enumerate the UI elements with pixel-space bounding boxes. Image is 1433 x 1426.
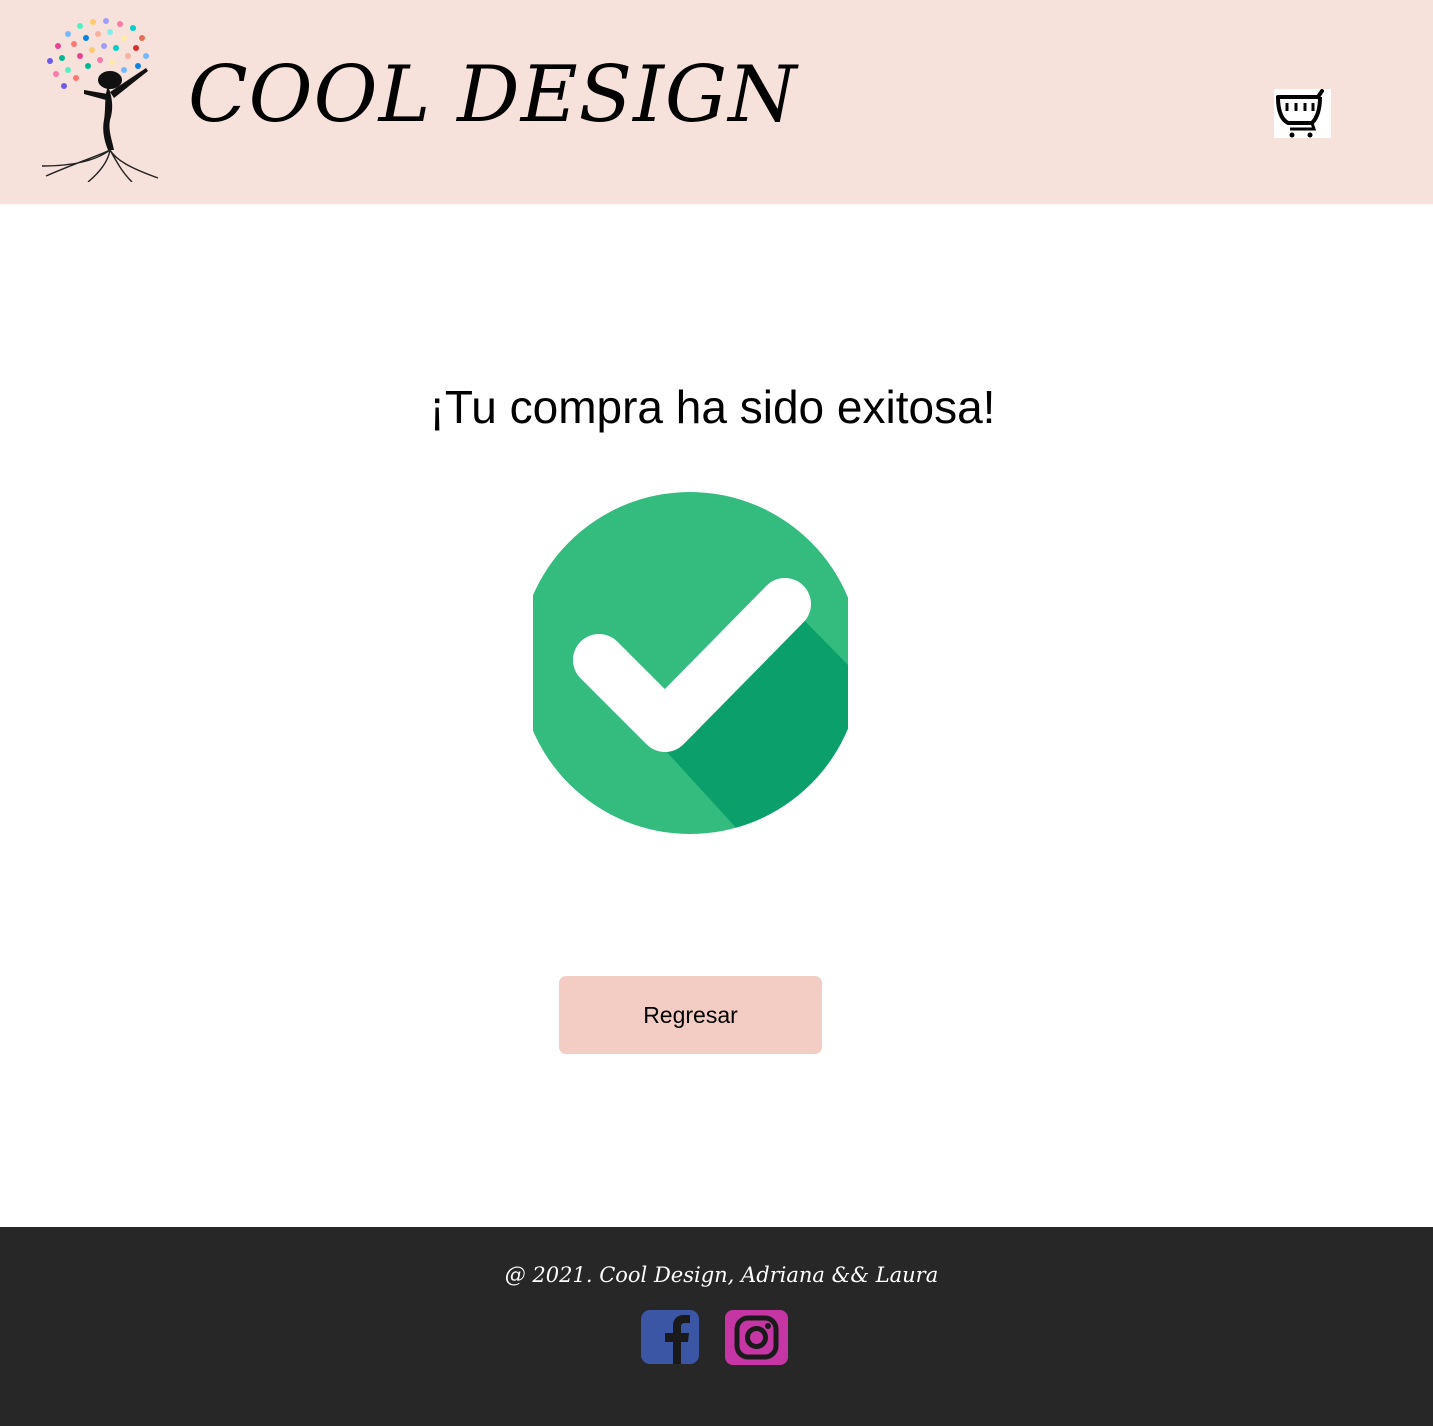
- copyright-text: @ 2021. Cool Design, Adriana && Laura: [504, 1263, 939, 1287]
- shopping-cart-icon[interactable]: [1274, 89, 1331, 138]
- logo-icon[interactable]: [38, 16, 162, 182]
- site-footer: @ 2021. Cool Design, Adriana && Laura: [0, 1227, 1433, 1426]
- page: COOL DESIGN ¡Tu compra ha sido exitosa!: [0, 0, 1433, 1426]
- page-title: ¡Tu compra ha sido exitosa!: [429, 381, 996, 433]
- woman-silhouette: [41, 68, 159, 182]
- site-header: COOL DESIGN: [0, 0, 1433, 204]
- brand-title: COOL DESIGN: [188, 50, 798, 140]
- facebook-icon[interactable]: [641, 1310, 699, 1364]
- check-circle-icon: [533, 492, 848, 834]
- instagram-icon[interactable]: [725, 1310, 788, 1365]
- regresar-button[interactable]: Regresar: [559, 976, 822, 1054]
